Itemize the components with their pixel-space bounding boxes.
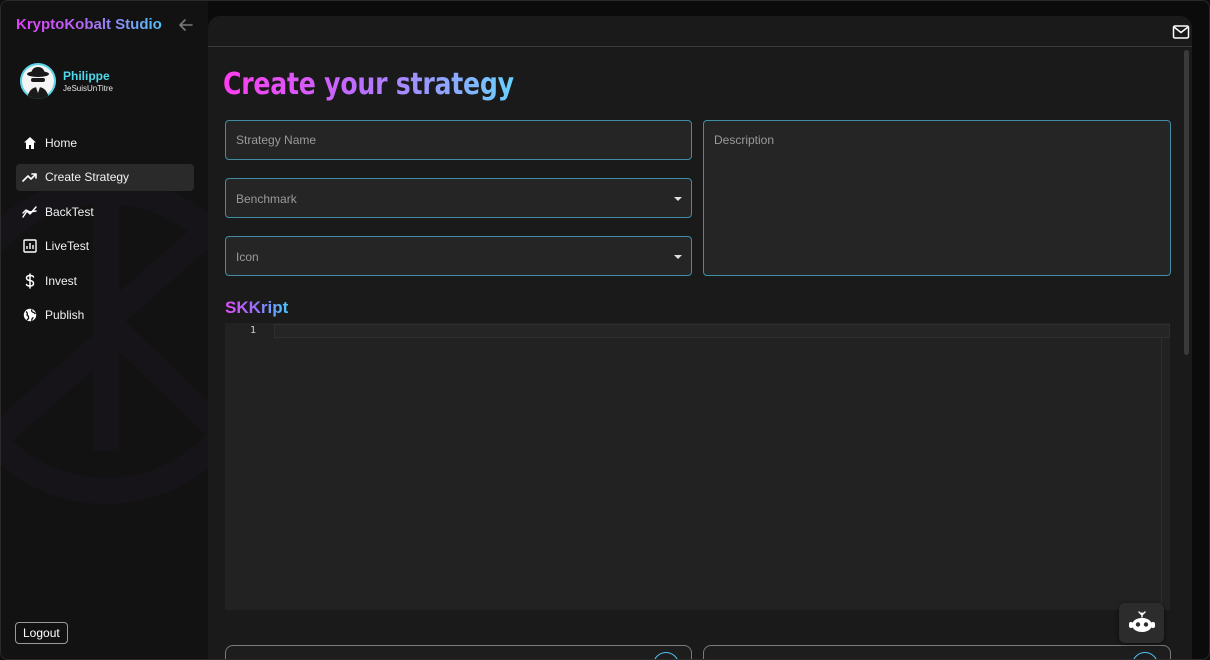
sidebar-item-label: Home bbox=[45, 135, 78, 150]
dollar-icon bbox=[22, 272, 38, 289]
description-textarea[interactable] bbox=[704, 121, 1170, 275]
main-scrollbar[interactable] bbox=[1184, 50, 1189, 355]
strategy-name-input[interactable] bbox=[226, 121, 691, 159]
mail-icon[interactable] bbox=[1172, 24, 1190, 40]
sidebar-item-create-strategy[interactable]: Create Strategy bbox=[16, 163, 194, 191]
editor-scrollbar[interactable] bbox=[1161, 338, 1162, 610]
strategy-name-field[interactable] bbox=[225, 120, 692, 160]
sidebar-nav: Home Create Strategy BackTest LiveTest I… bbox=[16, 129, 194, 336]
user-profile[interactable]: Philippe JeSuisUnTitre bbox=[20, 63, 113, 99]
editor-title: SKKript bbox=[225, 298, 289, 317]
avatar-spy-icon bbox=[20, 63, 56, 99]
editor-current-line[interactable] bbox=[274, 324, 1170, 338]
avatar bbox=[20, 63, 56, 99]
benchmark-select[interactable]: Benchmark bbox=[225, 178, 692, 218]
robot-icon bbox=[1128, 611, 1155, 632]
globe-icon bbox=[22, 307, 38, 323]
home-icon bbox=[22, 135, 38, 151]
sidebar-item-publish[interactable]: Publish bbox=[16, 302, 194, 329]
sidebar-item-label: Invest bbox=[45, 273, 78, 288]
sidebar-item-livetest[interactable]: LiveTest bbox=[16, 233, 194, 260]
sidebar-item-label: Create Strategy bbox=[45, 170, 130, 184]
bar-chart-icon bbox=[22, 238, 38, 254]
chart-line-icon bbox=[22, 204, 38, 220]
caret-down-icon bbox=[674, 197, 682, 201]
bottom-left-panel[interactable] bbox=[225, 645, 692, 659]
icon-select[interactable]: Icon bbox=[225, 236, 692, 276]
editor-gutter: 1 bbox=[225, 323, 274, 610]
sidebar-item-invest[interactable]: Invest bbox=[16, 267, 194, 294]
description-field[interactable] bbox=[703, 120, 1171, 276]
app-brand: KryptoKobalt Studio bbox=[16, 16, 162, 33]
bottom-right-panel[interactable] bbox=[703, 645, 1171, 659]
caret-down-icon bbox=[674, 255, 682, 259]
user-handle: JeSuisUnTitre bbox=[63, 84, 113, 93]
page-title: Create your strategy bbox=[223, 67, 514, 102]
main-panel: Create your strategy Benchmark Icon SKKr… bbox=[208, 16, 1192, 659]
user-name: Philippe bbox=[63, 69, 110, 83]
code-editor[interactable]: 1 bbox=[225, 323, 1170, 610]
trending-up-icon bbox=[22, 169, 38, 185]
app-window: KryptoKobalt Studio Philippe JeSuisUnTit… bbox=[0, 0, 1210, 660]
icon-select-label: Icon bbox=[236, 250, 259, 264]
sidebar: KryptoKobalt Studio Philippe JeSuisUnTit… bbox=[1, 1, 208, 659]
line-number: 1 bbox=[250, 325, 257, 336]
collapse-sidebar-arrow-icon[interactable] bbox=[177, 16, 195, 34]
sidebar-item-backtest[interactable]: BackTest bbox=[16, 198, 194, 225]
toggle-circle-icon[interactable] bbox=[1132, 652, 1158, 659]
sidebar-item-home[interactable]: Home bbox=[16, 129, 194, 156]
sidebar-item-label: Publish bbox=[45, 308, 85, 322]
toggle-circle-icon[interactable] bbox=[653, 652, 679, 659]
logout-button[interactable]: Logout bbox=[15, 622, 68, 644]
assistant-bot-button[interactable] bbox=[1119, 603, 1164, 643]
sidebar-item-label: LiveTest bbox=[45, 239, 90, 253]
benchmark-select-label: Benchmark bbox=[236, 192, 297, 206]
top-bar bbox=[208, 16, 1192, 47]
sidebar-item-label: BackTest bbox=[45, 204, 94, 219]
